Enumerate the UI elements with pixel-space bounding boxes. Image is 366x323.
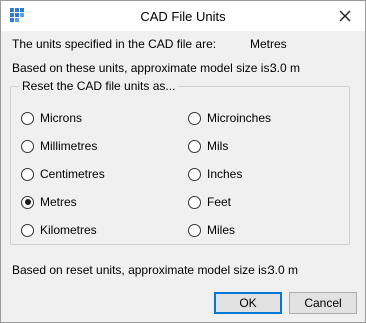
ok-button[interactable]: OK	[214, 292, 282, 314]
radio-circle	[188, 223, 201, 237]
model-size-label: Based on these units, approximate model …	[12, 61, 273, 75]
title-bar: CAD File Units	[1, 1, 365, 31]
close-button[interactable]	[325, 1, 365, 31]
units-info-row: The units specified in the CAD file are:…	[12, 37, 287, 51]
cad-file-units-dialog: CAD File Units The units specified in th…	[0, 0, 366, 323]
radio-microinches[interactable]: Microinches	[188, 111, 271, 125]
radio-label-millimetres: Millimetres	[40, 139, 98, 153]
close-icon	[339, 10, 351, 22]
reset-size-label: Based on reset units, approximate model …	[12, 263, 271, 277]
radio-circle	[188, 167, 201, 181]
cancel-button[interactable]: Cancel	[289, 292, 357, 314]
radio-circle	[21, 223, 34, 237]
radio-metres[interactable]: Metres	[21, 195, 77, 209]
radio-label-microinches: Microinches	[207, 111, 272, 125]
reset-units-group	[10, 86, 350, 245]
model-size-value: 3.0 m	[270, 61, 301, 75]
radio-kilometres[interactable]: Kilometres	[21, 223, 97, 237]
reset-size-value: 3.0 m	[268, 263, 299, 277]
dialog-title: CAD File Units	[140, 9, 226, 24]
radio-feet[interactable]: Feet	[188, 195, 231, 209]
radio-label-kilometres: Kilometres	[40, 223, 97, 237]
units-info-label: The units specified in the CAD file are:	[12, 37, 217, 51]
radio-circle-selected	[21, 195, 34, 209]
radio-label-mils: Mils	[207, 139, 229, 153]
radio-label-centimetres: Centimetres	[40, 167, 105, 181]
model-size-row: Based on these units, approximate model …	[12, 61, 300, 75]
radio-circle	[188, 139, 201, 153]
radio-label-miles: Miles	[207, 223, 236, 237]
reset-size-row: Based on reset units, approximate model …	[12, 263, 298, 277]
radio-miles[interactable]: Miles	[188, 223, 235, 237]
radio-microns[interactable]: Microns	[21, 111, 82, 125]
reset-units-group-label: Reset the CAD file units as...	[19, 79, 179, 93]
radio-circle	[21, 167, 34, 181]
cancel-button-label: Cancel	[304, 296, 342, 310]
radio-circle	[21, 139, 34, 153]
radio-circle	[188, 195, 201, 209]
radio-label-microns: Microns	[40, 111, 83, 125]
ok-button-label: OK	[239, 296, 257, 310]
radio-circle	[21, 111, 34, 125]
radio-mils[interactable]: Mils	[188, 139, 228, 153]
radio-circle	[188, 111, 201, 125]
radio-millimetres[interactable]: Millimetres	[21, 139, 97, 153]
radio-label-inches: Inches	[207, 167, 243, 181]
radio-inches[interactable]: Inches	[188, 167, 242, 181]
radio-label-feet: Feet	[207, 195, 232, 209]
radio-label-metres: Metres	[40, 195, 77, 209]
units-info-value: Metres	[250, 37, 287, 51]
radio-centimetres[interactable]: Centimetres	[21, 167, 105, 181]
